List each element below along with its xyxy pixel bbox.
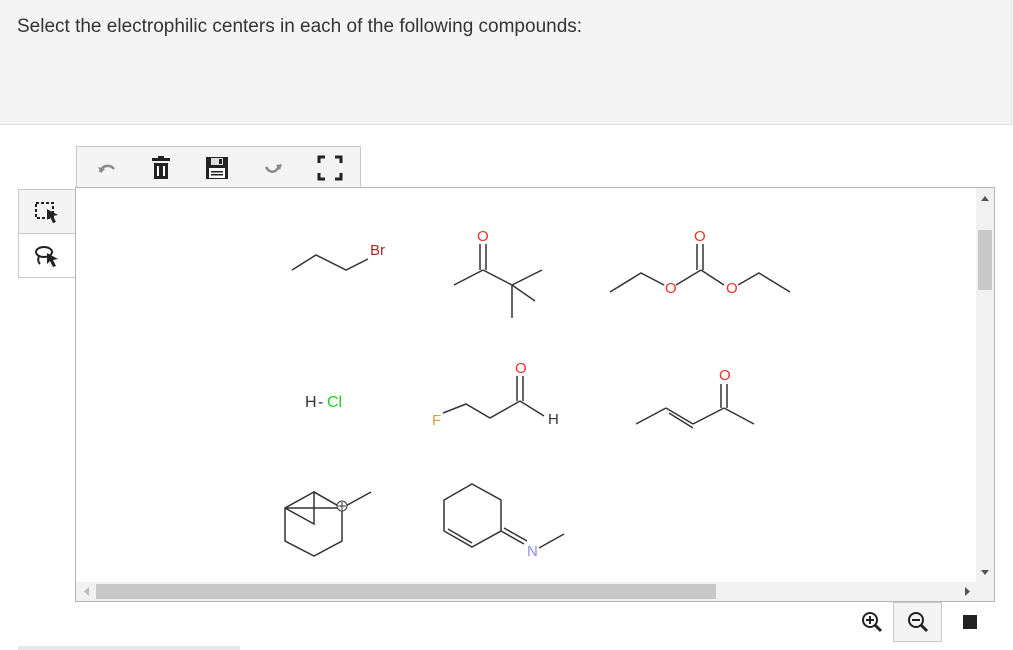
stop-button[interactable] bbox=[945, 602, 994, 642]
editor-toolbar bbox=[76, 146, 361, 187]
select-tool-button[interactable] bbox=[19, 190, 75, 234]
molecule-diethyl-carbonate[interactable] bbox=[609, 244, 791, 293]
zoom-toolbar bbox=[847, 602, 995, 642]
stop-icon bbox=[962, 615, 977, 629]
zoom-in-button[interactable] bbox=[847, 602, 896, 642]
carbonate-oxygen-top: O bbox=[694, 228, 706, 245]
trash-icon bbox=[152, 156, 170, 179]
molecule-pinacolone[interactable] bbox=[453, 244, 543, 318]
zoom-out-icon bbox=[907, 612, 928, 633]
undo-icon bbox=[98, 164, 115, 173]
aldehyde-oxygen-label: O bbox=[515, 360, 527, 377]
hcl-hydrogen: H bbox=[305, 394, 317, 411]
carbonate-oxygen-left: O bbox=[665, 280, 677, 297]
molecule-imine[interactable] bbox=[443, 483, 565, 549]
cation-charge-marker bbox=[336, 500, 348, 512]
horizontal-scrollbar[interactable] bbox=[76, 582, 994, 601]
fullscreen-icon bbox=[317, 155, 343, 181]
carbonate-oxygen-right: O bbox=[726, 280, 738, 297]
hcl-bond: - bbox=[318, 394, 323, 411]
enone-oxygen-label: O bbox=[719, 367, 731, 384]
vertical-scrollbar[interactable] bbox=[976, 188, 994, 583]
molecule-methylcyclohexyl-cation[interactable] bbox=[284, 490, 372, 557]
bromine-label: Br bbox=[370, 242, 385, 259]
zoom-in-icon bbox=[861, 612, 882, 633]
zoom-out-button[interactable] bbox=[893, 602, 942, 642]
molecule-area[interactable]: Br O O O O H - Cl F O H O N bbox=[76, 188, 976, 583]
footer-divider bbox=[18, 646, 240, 650]
scroll-down-arrow-icon[interactable] bbox=[976, 565, 994, 579]
lasso-tool-button[interactable] bbox=[19, 234, 75, 278]
molecule-fluoropropanal[interactable] bbox=[442, 376, 545, 419]
drawing-canvas[interactable]: Br O O O O H - Cl F O H O N bbox=[75, 187, 995, 602]
undo-button[interactable] bbox=[94, 155, 120, 181]
scroll-up-arrow-icon[interactable] bbox=[976, 192, 994, 206]
delete-button[interactable] bbox=[148, 155, 174, 181]
redo-icon bbox=[264, 164, 282, 173]
fullscreen-button[interactable] bbox=[317, 155, 343, 181]
molecule-pentenone[interactable] bbox=[635, 384, 755, 429]
question-panel: Select the electrophilic centers in each… bbox=[0, 0, 1012, 125]
lasso-icon bbox=[35, 246, 58, 267]
select-cursor-icon bbox=[35, 201, 58, 223]
question-text: Select the electrophilic centers in each… bbox=[17, 16, 583, 37]
imine-nitrogen-label: N bbox=[527, 543, 538, 560]
save-icon bbox=[206, 157, 228, 179]
hcl-chlorine: Cl bbox=[327, 394, 342, 411]
vertical-scroll-thumb[interactable] bbox=[978, 230, 992, 290]
horizontal-scroll-thumb[interactable] bbox=[96, 584, 716, 599]
aldehyde-hydrogen-label: H bbox=[548, 411, 559, 428]
redo-button[interactable] bbox=[260, 155, 286, 181]
scroll-left-arrow-icon[interactable] bbox=[80, 582, 94, 601]
carbonyl-oxygen-label: O bbox=[477, 228, 489, 245]
scroll-right-arrow-icon[interactable] bbox=[960, 582, 974, 601]
save-button[interactable] bbox=[204, 155, 230, 181]
molecule-bromopropane[interactable] bbox=[291, 254, 369, 271]
side-toolbar bbox=[18, 189, 75, 278]
fluorine-label: F bbox=[432, 412, 441, 429]
